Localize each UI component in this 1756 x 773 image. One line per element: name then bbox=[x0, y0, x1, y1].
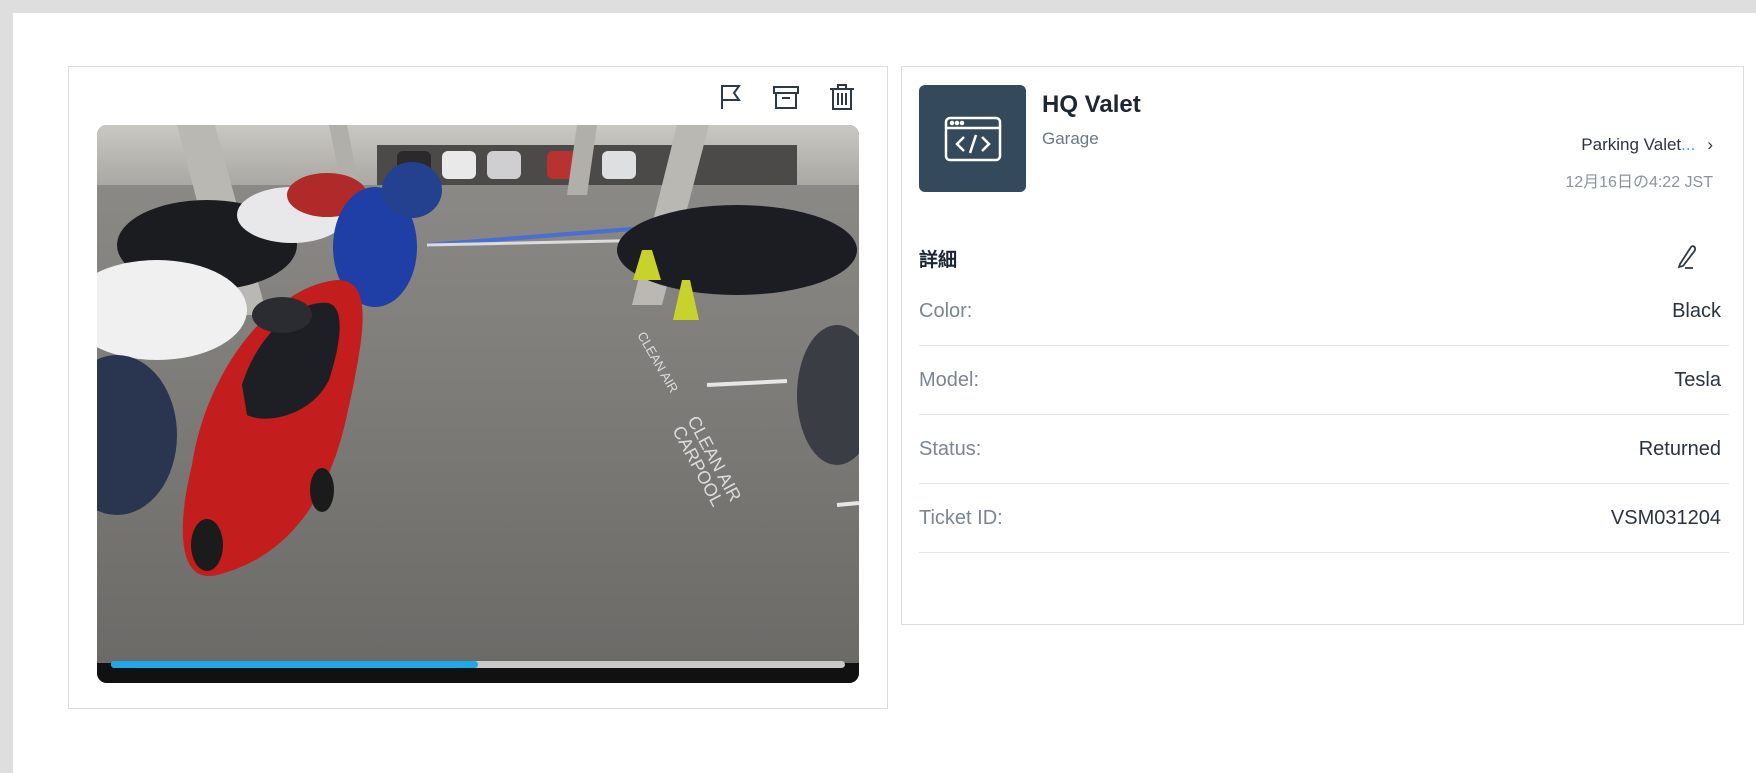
page-subtitle: Garage bbox=[1042, 129, 1099, 148]
archive-icon bbox=[773, 86, 799, 109]
video-progress-bar[interactable] bbox=[111, 661, 845, 668]
flag-icon bbox=[721, 85, 741, 109]
detail-row-status: Status: Returned bbox=[919, 415, 1729, 484]
detail-label: Color: bbox=[919, 299, 973, 322]
detail-value: Returned bbox=[1638, 437, 1721, 460]
delete-button[interactable] bbox=[825, 80, 859, 114]
parking-garage-frame: CLEAN AIR CLEAN AIR CARPOOL bbox=[97, 125, 859, 683]
archive-button[interactable] bbox=[769, 80, 803, 114]
media-card: CLEAN AIR CLEAN AIR CARPOOL bbox=[68, 66, 888, 709]
code-window-icon bbox=[944, 116, 1001, 161]
detail-label: Ticket ID: bbox=[919, 506, 1003, 529]
trash-icon bbox=[830, 84, 854, 110]
detail-label: Status: bbox=[919, 437, 982, 460]
details-list: Color: Black Model: Tesla Status: Return… bbox=[919, 277, 1729, 553]
detail-card: HQ Valet Garage Parking Valet ... › 12月1… bbox=[901, 66, 1744, 625]
video-progress-fill bbox=[111, 661, 478, 668]
detail-value: VSM031204 bbox=[1610, 506, 1721, 529]
app-tile bbox=[919, 85, 1026, 192]
detail-row-color: Color: Black bbox=[919, 277, 1729, 346]
breadcrumb-ellipsis: ... bbox=[1681, 135, 1696, 154]
detail-value: Black bbox=[1672, 299, 1721, 322]
chevron-right-icon: › bbox=[1707, 135, 1713, 154]
page-title: HQ Valet bbox=[1042, 91, 1141, 118]
edit-button[interactable] bbox=[1671, 241, 1701, 271]
app-frame: CLEAN AIR CLEAN AIR CARPOOL HQ Valet Gar… bbox=[0, 0, 1756, 773]
details-section-title: 詳細 bbox=[919, 250, 958, 271]
video-player[interactable]: CLEAN AIR CLEAN AIR CARPOOL bbox=[97, 125, 859, 683]
pencil-icon bbox=[1677, 245, 1697, 269]
flag-button[interactable] bbox=[713, 80, 747, 114]
media-toolbar bbox=[713, 79, 859, 115]
timestamp: 12月16日の4:22 JST bbox=[1565, 174, 1713, 191]
detail-value: Tesla bbox=[1674, 368, 1721, 391]
breadcrumb-label: Parking Valet bbox=[1581, 135, 1682, 154]
detail-row-ticket-id: Ticket ID: VSM031204 bbox=[919, 484, 1729, 553]
detail-label: Model: bbox=[919, 368, 980, 391]
breadcrumb-link[interactable]: Parking Valet ... › bbox=[1581, 135, 1713, 155]
detail-row-model: Model: Tesla bbox=[919, 346, 1729, 415]
